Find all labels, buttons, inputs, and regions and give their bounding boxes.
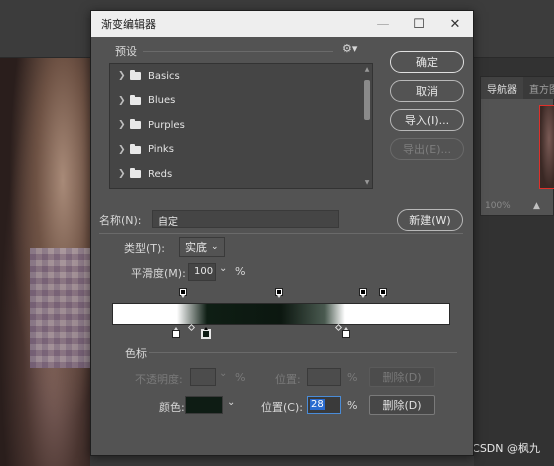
close-icon[interactable]: ✕ xyxy=(437,11,473,37)
color-location-label: 位置(C): xyxy=(261,401,303,414)
chevron-right-icon[interactable]: ❯ xyxy=(118,96,130,106)
gear-icon[interactable]: ⚙▾ xyxy=(342,42,357,55)
type-select[interactable]: 实底 ⌄ xyxy=(179,237,225,257)
tab-navigator[interactable]: 导航器 xyxy=(481,77,523,99)
opacity-location-unit: % xyxy=(347,371,358,384)
navigator-panel: 导航器 直方图 100% ▲ xyxy=(480,76,554,216)
color-stops-label: 色标 xyxy=(125,347,147,360)
dialog-title: 渐变编辑器 xyxy=(101,18,156,31)
minimize-icon: — xyxy=(376,16,390,32)
gradient-preview-bar[interactable] xyxy=(112,303,450,325)
scroll-down-icon[interactable]: ▼ xyxy=(363,179,371,186)
smoothness-label: 平滑度(M): xyxy=(131,267,186,280)
new-button[interactable]: 新建(W) xyxy=(397,209,463,231)
name-input[interactable]: 自定 xyxy=(152,210,339,228)
preset-folder-label: Purples xyxy=(148,119,185,131)
folder-icon xyxy=(130,119,141,130)
folder-icon xyxy=(130,94,141,105)
preset-folder-label: Basics xyxy=(148,70,180,82)
preset-folder-reds[interactable]: ❯ Reds xyxy=(110,162,372,187)
color-stop[interactable] xyxy=(172,327,180,340)
color-location-value: 28 xyxy=(310,399,325,410)
preset-folder-blues[interactable]: ❯ Blues xyxy=(110,89,372,114)
name-label: 名称(N): xyxy=(99,214,142,227)
type-value: 实底 xyxy=(185,241,207,254)
export-button: 导出(E)... xyxy=(390,138,464,160)
folder-icon xyxy=(130,143,141,154)
zoom-out-icon[interactable]: ▲ xyxy=(533,201,540,211)
cancel-button[interactable]: 取消 xyxy=(390,80,464,102)
smoothness-dropdown-icon[interactable]: ⌄ xyxy=(219,263,227,274)
color-swatch[interactable] xyxy=(185,396,223,414)
preset-folder-purples[interactable]: ❯ Purples xyxy=(110,113,372,138)
folder-icon xyxy=(130,70,141,81)
preset-folder-basics[interactable]: ❯ Basics xyxy=(110,64,372,89)
color-stop[interactable] xyxy=(342,327,350,340)
preset-folder-pinks[interactable]: ❯ Pinks xyxy=(110,138,372,163)
color-midpoint[interactable] xyxy=(334,323,343,332)
scroll-up-icon[interactable]: ▲ xyxy=(363,66,371,73)
color-label: 颜色: xyxy=(159,401,185,414)
chevron-right-icon[interactable]: ❯ xyxy=(118,169,130,179)
preset-folder-label: Pinks xyxy=(148,144,174,156)
ok-button[interactable]: 确定 xyxy=(390,51,464,73)
opacity-stop[interactable] xyxy=(359,288,367,298)
tab-histogram[interactable]: 直方图 xyxy=(523,77,554,99)
opacity-input xyxy=(190,368,216,386)
smoothness-unit: % xyxy=(235,265,246,278)
color-delete-button[interactable]: 删除(D) xyxy=(369,395,435,415)
presets-divider xyxy=(143,51,333,52)
color-stops-divider xyxy=(149,352,457,353)
pixelated-image-area xyxy=(30,248,90,368)
opacity-location-input xyxy=(307,368,341,386)
gradient-group-border xyxy=(99,233,463,234)
chevron-right-icon[interactable]: ❯ xyxy=(118,71,130,81)
watermark-text: CSDN @枫九 xyxy=(472,442,540,455)
dialog-titlebar[interactable]: 渐变编辑器 — ☐ ✕ xyxy=(91,11,473,37)
smoothness-input[interactable]: 100 xyxy=(188,263,216,281)
opacity-label: 不透明度: xyxy=(135,373,183,386)
color-location-input[interactable]: 28 xyxy=(307,396,341,414)
chevron-down-icon: ⌄ xyxy=(211,242,219,252)
chevron-right-icon[interactable]: ❯ xyxy=(118,120,130,130)
opacity-dropdown-icon: ⌄ xyxy=(219,368,228,379)
navigator-preview[interactable] xyxy=(539,105,554,189)
color-stop-selected[interactable] xyxy=(202,327,210,340)
presets-list[interactable]: ❯ Basics ❯ Blues ❯ Purples ❯ Pinks ❯ Red… xyxy=(109,63,373,189)
opacity-location-label: 位置: xyxy=(275,373,301,386)
opacity-stop[interactable] xyxy=(379,288,387,298)
color-midpoint[interactable] xyxy=(187,323,196,332)
scrollbar-thumb[interactable] xyxy=(364,80,370,120)
preset-folder-label: Blues xyxy=(148,95,176,107)
document-canvas[interactable] xyxy=(0,58,90,466)
preset-folder-label: Reds xyxy=(148,168,173,180)
folder-icon xyxy=(130,168,141,179)
opacity-unit: % xyxy=(235,371,246,384)
opacity-stop[interactable] xyxy=(179,288,187,298)
navigator-zoom-value[interactable]: 100% xyxy=(485,201,511,211)
presets-label: 预设 xyxy=(115,45,137,58)
color-location-unit: % xyxy=(347,399,358,412)
color-dropdown-icon[interactable]: ⌄ xyxy=(227,397,235,408)
chevron-right-icon[interactable]: ❯ xyxy=(118,145,130,155)
opacity-delete-button: 删除(D) xyxy=(369,367,435,387)
import-button[interactable]: 导入(I)... xyxy=(390,109,464,131)
opacity-stop[interactable] xyxy=(275,288,283,298)
presets-scrollbar[interactable]: ▲ ▼ xyxy=(362,64,372,188)
gradient-editor-dialog: 渐变编辑器 — ☐ ✕ 预设 ⚙▾ ❯ Basics ❯ Blues ❯ Pur… xyxy=(90,10,474,456)
type-label: 类型(T): xyxy=(124,242,166,255)
maximize-icon[interactable]: ☐ xyxy=(401,11,437,37)
